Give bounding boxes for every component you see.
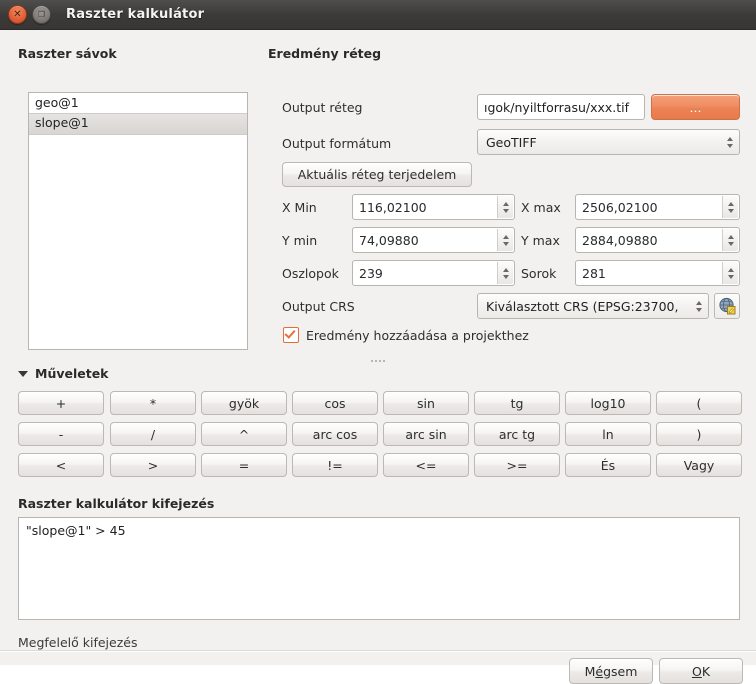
columns-label: Oszlopok <box>282 266 339 281</box>
op-button-less[interactable]: < <box>18 453 104 477</box>
expression-status: Megfelelő kifejezés <box>18 635 138 650</box>
output-crs-combo[interactable]: Kiválasztott CRS (EPSG:23700, <box>477 293 709 319</box>
y-min-input[interactable]: 74,09880 <box>352 227 515 253</box>
operations-title: Műveletek <box>35 366 109 381</box>
raster-bands-list[interactable]: geo@1 slope@1 <box>28 92 248 350</box>
x-max-input[interactable]: 2506,02100 <box>575 194 740 220</box>
rows-value: 281 <box>582 265 606 281</box>
maximize-icon[interactable]: ❐ <box>32 5 51 24</box>
rows-input[interactable]: 281 <box>575 260 740 286</box>
op-button-sin[interactable]: sin <box>383 391 469 415</box>
x-max-value: 2506,02100 <box>582 199 658 215</box>
op-button-open-paren[interactable]: ( <box>656 391 742 415</box>
spinner-arrows-icon[interactable] <box>722 229 738 251</box>
list-item[interactable]: geo@1 <box>29 93 247 113</box>
x-min-label: X Min <box>282 200 317 215</box>
dialog-content: Raszter sávok geo@1 slope@1 Eredmény rét… <box>0 30 756 684</box>
op-button-equal[interactable]: = <box>201 453 287 477</box>
output-layer-label: Output réteg <box>282 100 363 115</box>
current-layer-extent-button[interactable]: Aktuális réteg terjedelem <box>282 162 472 187</box>
y-min-label: Y min <box>282 233 318 248</box>
op-button-log10[interactable]: log10 <box>565 391 651 415</box>
spinner-arrows-icon[interactable] <box>497 196 513 218</box>
y-min-value: 74,09880 <box>359 232 419 248</box>
close-icon[interactable]: ✕ <box>8 5 27 24</box>
title-bar: ✕ ❐ Raszter kalkulátor <box>0 0 756 30</box>
ok-button[interactable]: OK <box>659 658 743 684</box>
op-button-multiply[interactable]: * <box>110 391 196 415</box>
bottom-divider <box>0 650 756 652</box>
expression-textarea[interactable]: "slope@1" > 45 <box>18 517 740 620</box>
cancel-label: Mégsem <box>584 663 638 679</box>
spinner-arrows-icon[interactable] <box>722 196 738 218</box>
add-result-label: Eredmény hozzáadása a projekthez <box>306 327 529 343</box>
op-button-power[interactable]: ^ <box>201 422 287 446</box>
add-result-checkbox[interactable] <box>283 327 299 343</box>
splitter-handle[interactable] <box>371 360 385 362</box>
globe-crs-icon <box>719 297 736 315</box>
add-result-to-project-row[interactable]: Eredmény hozzáadása a projekthez <box>283 327 529 343</box>
window-title: Raszter kalkulátor <box>66 7 205 22</box>
columns-input[interactable]: 239 <box>352 260 515 286</box>
chevron-updown-icon <box>727 130 733 154</box>
spinner-arrows-icon[interactable] <box>722 262 738 284</box>
expression-title: Raszter kalkulátor kifejezés <box>18 496 215 511</box>
list-item[interactable]: slope@1 <box>29 113 247 135</box>
op-button-not-equal[interactable]: != <box>292 453 378 477</box>
op-button-arccos[interactable]: arc cos <box>292 422 378 446</box>
spinner-arrows-icon[interactable] <box>497 229 513 251</box>
op-button-arctan[interactable]: arc tg <box>474 422 560 446</box>
ok-label: OK <box>691 663 711 679</box>
op-button-less-equal[interactable]: <= <box>383 453 469 477</box>
op-button-and[interactable]: És <box>565 453 651 477</box>
result-group-title: Eredmény réteg <box>268 46 382 61</box>
op-button-arcsin[interactable]: arc sin <box>383 422 469 446</box>
y-max-input[interactable]: 2884,09880 <box>575 227 740 253</box>
output-format-value: GeoTIFF <box>486 134 537 150</box>
op-button-cos[interactable]: cos <box>292 391 378 415</box>
spinner-arrows-icon[interactable] <box>497 262 513 284</box>
cancel-button[interactable]: Mégsem <box>569 658 653 684</box>
op-button-minus[interactable]: - <box>18 422 104 446</box>
op-button-close-paren[interactable]: ) <box>656 422 742 446</box>
raster-calculator-window: ✕ ❐ Raszter kalkulátor Raszter sávok geo… <box>0 0 756 684</box>
op-button-tan[interactable]: tg <box>474 391 560 415</box>
bands-group-title: Raszter sávok <box>18 46 117 61</box>
select-crs-button[interactable] <box>714 293 740 319</box>
chevron-down-icon <box>18 370 28 377</box>
output-format-label: Output formátum <box>282 136 392 151</box>
x-max-label: X max <box>521 200 561 215</box>
columns-value: 239 <box>359 265 383 281</box>
op-button-ln[interactable]: ln <box>565 422 651 446</box>
operations-section-header[interactable]: Műveletek <box>18 366 109 381</box>
y-max-label: Y max <box>521 233 560 248</box>
op-button-or[interactable]: Vagy <box>656 453 742 477</box>
op-button-plus[interactable]: + <box>18 391 104 415</box>
output-crs-value: Kiválasztott CRS (EPSG:23700, <box>486 298 679 314</box>
x-min-input[interactable]: 116,02100 <box>352 194 515 220</box>
op-button-divide[interactable]: / <box>110 422 196 446</box>
y-max-value: 2884,09880 <box>582 232 658 248</box>
close-glyph: ✕ <box>13 8 22 20</box>
output-layer-input[interactable]: ıgok/nyiltforrasu/xxx.tif <box>477 94 645 120</box>
x-min-value: 116,02100 <box>359 199 427 215</box>
output-format-combo[interactable]: GeoTIFF <box>477 129 740 155</box>
op-button-greater-equal[interactable]: >= <box>474 453 560 477</box>
output-crs-label: Output CRS <box>282 299 355 314</box>
rows-label: Sorok <box>521 266 557 281</box>
browse-output-button[interactable]: ... <box>651 94 740 120</box>
op-button-greater[interactable]: > <box>110 453 196 477</box>
maximize-glyph: ❐ <box>37 9 46 19</box>
chevron-updown-icon <box>696 294 702 318</box>
op-button-sqrt[interactable]: gyök <box>201 391 287 415</box>
